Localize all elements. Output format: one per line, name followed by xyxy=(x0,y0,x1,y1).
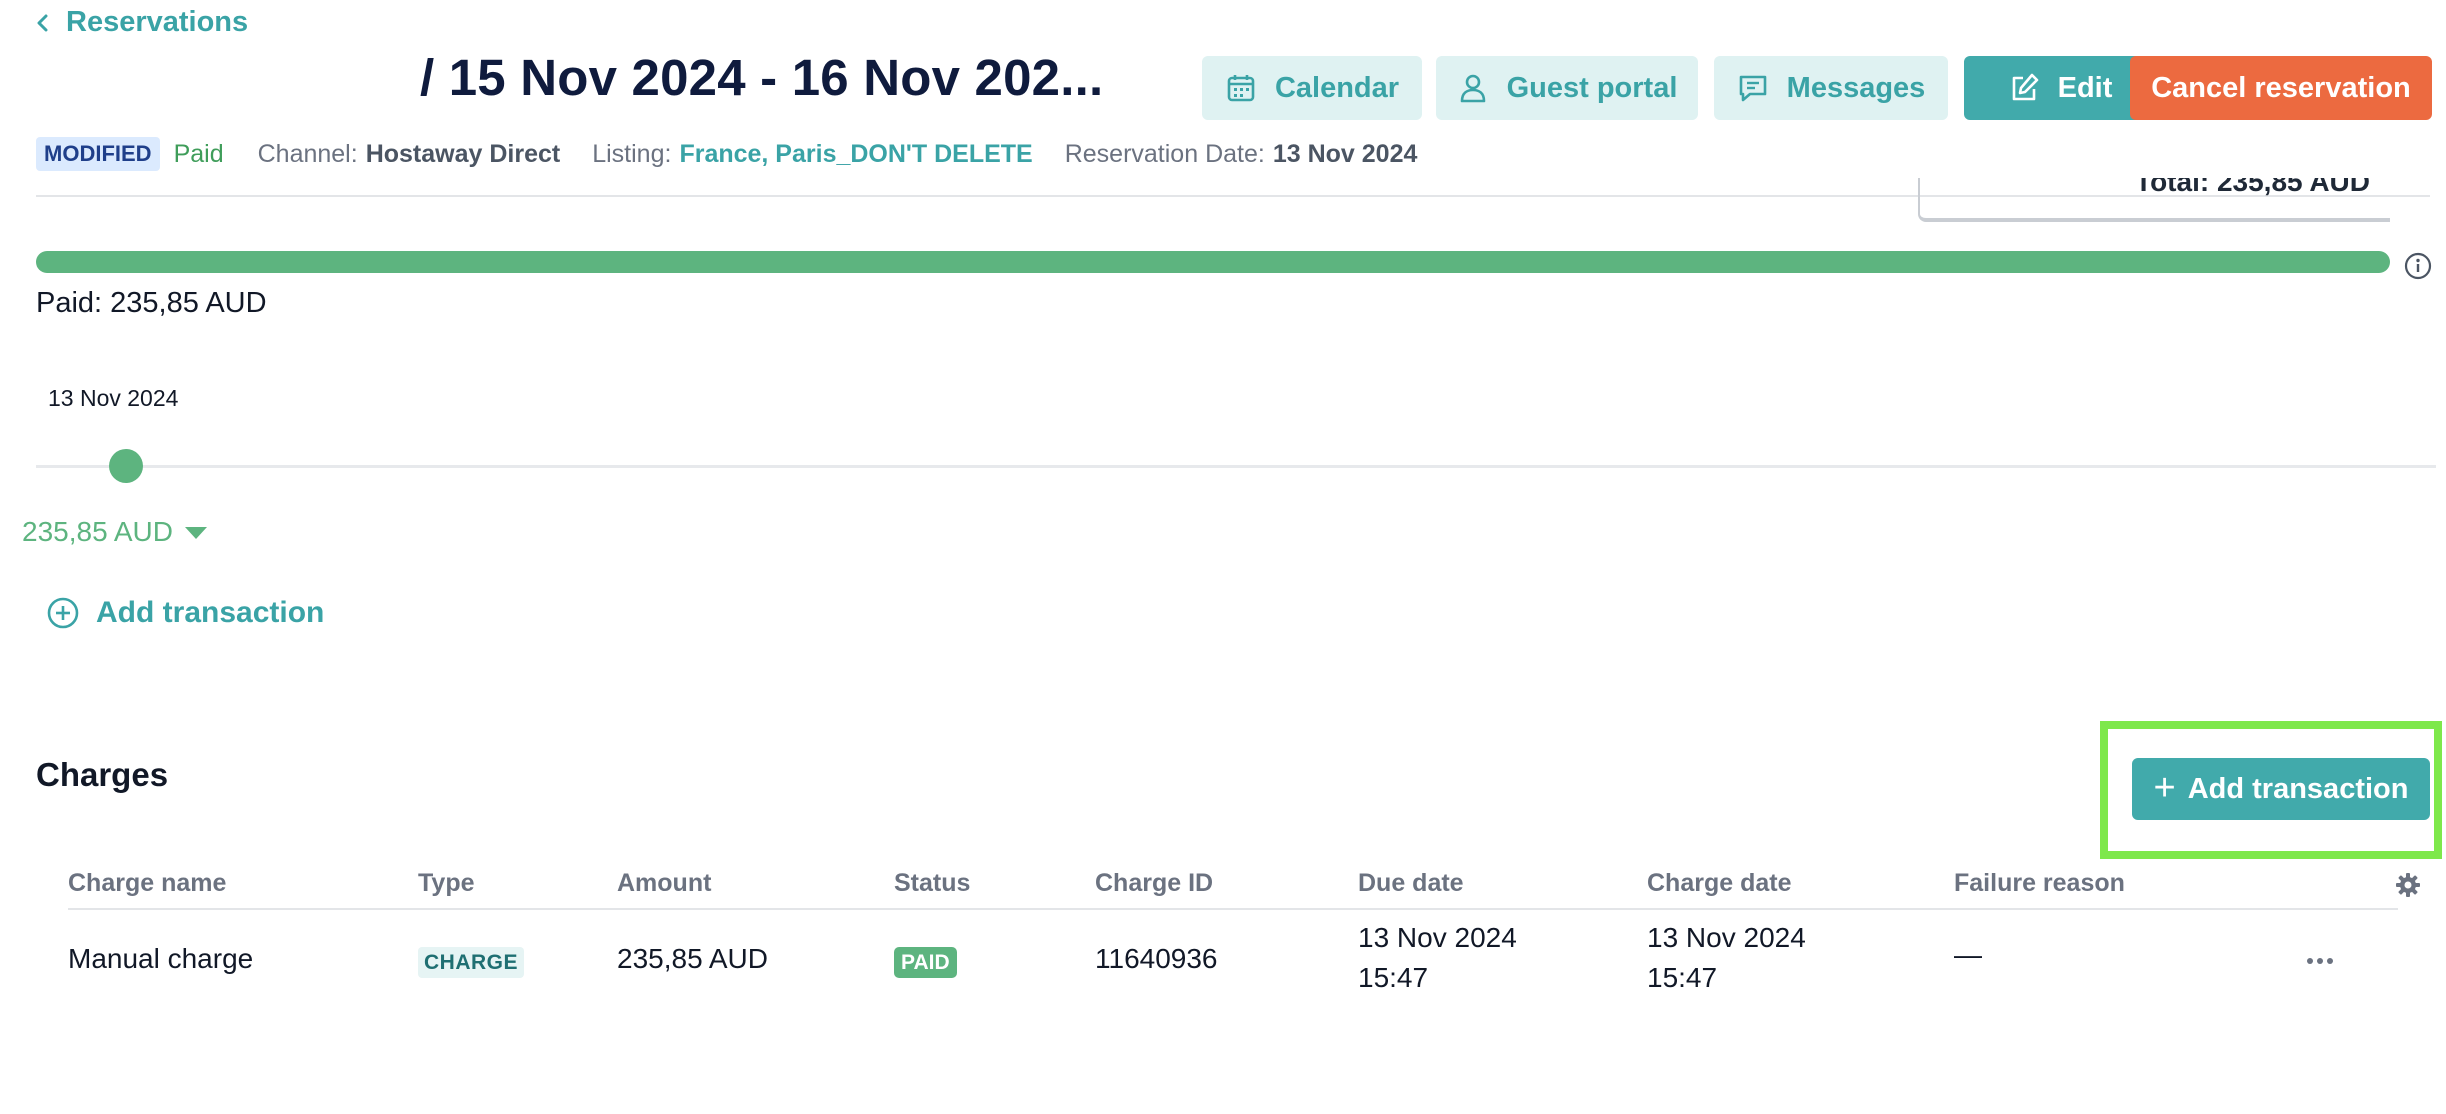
plus-circle-icon xyxy=(47,597,79,629)
reservation-date-label: Reservation Date: xyxy=(1064,139,1265,168)
column-header-type[interactable]: Type xyxy=(418,869,475,898)
guest-portal-button-label: Guest portal xyxy=(1506,71,1678,104)
edit-icon xyxy=(2012,73,2038,101)
charge-name-cell: Manual charge xyxy=(68,943,254,974)
info-icon[interactable] xyxy=(2403,251,2433,281)
column-header-failure-reason[interactable]: Failure reason xyxy=(1954,869,2125,898)
due-date-day: 13 Nov 2024 xyxy=(1358,922,1517,953)
total-amount: Total: 235,85 AUD xyxy=(2135,178,2370,197)
column-header-amount[interactable]: Amount xyxy=(617,869,711,898)
column-header-status[interactable]: Status xyxy=(894,869,970,898)
cancel-reservation-button-label: Cancel reservation xyxy=(2151,71,2411,104)
guest-portal-button[interactable]: Guest portal xyxy=(1436,56,1698,120)
listing-label: Listing: xyxy=(592,139,672,168)
status-cell: PAID xyxy=(894,944,957,978)
edit-button-label: Edit xyxy=(2057,71,2113,104)
chevron-down-icon xyxy=(185,527,207,539)
page-title: / 15 Nov 2024 - 16 Nov 202... xyxy=(420,49,1104,106)
column-header-charge-name[interactable]: Charge name xyxy=(68,869,226,898)
channel-label: Channel: xyxy=(257,139,358,168)
amount-cell: 235,85 AUD xyxy=(617,943,768,974)
add-transaction-button-label: Add transaction xyxy=(2187,772,2409,805)
chevron-left-icon xyxy=(37,14,48,31)
charge-date-cell: 13 Nov 2024 15:47 xyxy=(1647,918,1806,998)
add-transaction-link-label: Add transaction xyxy=(96,596,325,629)
total-summary-box: Total: 235,85 AUD xyxy=(1918,178,2390,222)
cancel-reservation-button[interactable]: Cancel reservation xyxy=(2130,56,2432,120)
message-icon xyxy=(1739,75,1766,102)
column-header-due-date[interactable]: Due date xyxy=(1358,869,1464,898)
plus-icon: + xyxy=(2153,767,2176,809)
modified-badge: MODIFIED xyxy=(36,137,160,171)
calendar-button[interactable]: Calendar xyxy=(1202,56,1422,120)
user-icon xyxy=(1460,74,1485,103)
timeline-track xyxy=(36,465,2436,468)
timeline-date: 13 Nov 2024 xyxy=(48,385,179,411)
type-badge: CHARGE xyxy=(418,947,525,978)
back-link-label: Reservations xyxy=(66,6,249,38)
messages-button[interactable]: Messages xyxy=(1714,56,1948,120)
add-transaction-button[interactable]: + Add transaction xyxy=(2132,758,2430,820)
type-cell: CHARGE xyxy=(418,944,525,978)
reservation-date-value: 13 Nov 2024 xyxy=(1272,139,1418,168)
column-header-charge-id[interactable]: Charge ID xyxy=(1095,869,1213,898)
channel-value: Hostaway Direct xyxy=(365,139,561,168)
column-header-charge-date[interactable]: Charge date xyxy=(1647,869,1791,898)
edit-button[interactable]: Edit xyxy=(1964,56,2156,120)
payment-progress-bar xyxy=(36,251,2390,273)
charges-title: Charges xyxy=(36,756,169,793)
paid-amount: Paid: 235,85 AUD xyxy=(36,287,267,319)
charge-date-time: 15:47 xyxy=(1647,962,1718,993)
status-badge: PAID xyxy=(894,947,957,978)
messages-button-label: Messages xyxy=(1786,71,1926,104)
charge-date-day: 13 Nov 2024 xyxy=(1647,922,1806,953)
more-horizontal-icon[interactable] xyxy=(2302,946,2338,976)
calendar-button-label: Calendar xyxy=(1274,71,1400,104)
gear-icon[interactable] xyxy=(2394,871,2422,899)
back-to-reservations-link[interactable]: Reservations xyxy=(34,6,248,39)
reservation-meta: MODIFIED Paid Channel: Hostaway Direct L… xyxy=(36,137,1417,171)
due-date-time: 15:47 xyxy=(1358,962,1429,993)
timeline-amount-dropdown[interactable]: 235,85 AUD xyxy=(22,516,207,548)
failure-reason-cell: — xyxy=(1954,939,1982,970)
add-transaction-link[interactable]: Add transaction xyxy=(46,596,324,630)
calendar-icon xyxy=(1227,75,1255,102)
payment-status-text: Paid xyxy=(173,139,224,168)
timeline-amount: 235,85 AUD xyxy=(22,516,173,547)
listing-link[interactable]: France, Paris_DON'T DELETE xyxy=(679,140,1032,169)
timeline-payment-dot[interactable] xyxy=(109,449,143,483)
charge-id-cell: 11640936 xyxy=(1095,943,1218,974)
table-header-divider xyxy=(68,908,2398,910)
due-date-cell: 13 Nov 2024 15:47 xyxy=(1358,918,1517,998)
